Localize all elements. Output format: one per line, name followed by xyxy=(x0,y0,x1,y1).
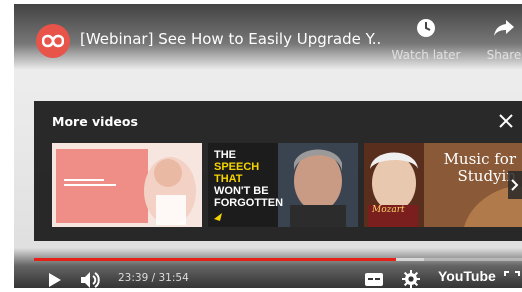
thumbnail-1-art xyxy=(52,143,202,227)
chevron-right-icon xyxy=(511,179,519,191)
share-button[interactable]: Share xyxy=(464,18,522,62)
thumbnail-2-line3: THAT xyxy=(214,173,243,185)
share-arrow-icon xyxy=(494,20,514,36)
share-label: Share xyxy=(486,48,522,62)
gear-icon xyxy=(402,270,420,288)
video-thumbnail-3[interactable]: Music for Studyin Mozart xyxy=(364,143,522,227)
thumbnail-3-subcaption: Mozart xyxy=(372,205,405,215)
top-bar: [Webinar] See How to Easily Upgrade Y...… xyxy=(14,4,522,70)
thumbnail-2-caption: THE SPEECH THAT WON'T BE FORGOTTEN xyxy=(214,149,284,209)
captions-icon xyxy=(365,273,383,286)
close-icon[interactable] xyxy=(498,113,514,129)
time-total: 31:54 xyxy=(158,272,189,284)
progress-played xyxy=(34,258,396,261)
time-current: 23:39 xyxy=(118,272,149,284)
thumbnail-3-line1: Music for xyxy=(443,150,516,168)
thumbnail-2-line4: WON'T BE xyxy=(214,185,269,197)
video-thumbnail-2[interactable]: THE SPEECH THAT WON'T BE FORGOTTEN xyxy=(208,143,358,227)
page-margin-left xyxy=(0,0,14,292)
thumbnail-2-line1: THE xyxy=(214,149,236,161)
progress-bar[interactable] xyxy=(34,258,522,261)
youtube-logo-link[interactable]: YouTube xyxy=(438,268,496,284)
more-videos-panel: More videos THE SPEECH THAT WON'T BE FOR… xyxy=(34,101,522,241)
more-videos-heading: More videos xyxy=(52,114,138,129)
fullscreen-icon xyxy=(504,271,520,276)
video-player[interactable]: [Webinar] See How to Easily Upgrade Y...… xyxy=(14,0,522,292)
thumbnail-3-caption: Music for Studyin xyxy=(422,151,516,185)
video-thumbnail-1[interactable] xyxy=(52,143,202,227)
thumbnail-2-line5: FORGOTTEN xyxy=(214,197,284,209)
thumbnail-2-line2: SPEECH xyxy=(214,161,260,173)
video-title-link[interactable]: [Webinar] See How to Easily Upgrade Y... xyxy=(80,30,380,48)
time-separator: / xyxy=(148,272,159,284)
page-margin-bottom xyxy=(0,288,522,292)
page-margin-top xyxy=(0,0,522,4)
time-display: 23:39 / 31:54 xyxy=(118,272,189,284)
thumbnail-3-line2: Studyin xyxy=(457,167,517,185)
clock-icon xyxy=(417,19,435,37)
watch-later-label: Watch later xyxy=(391,48,461,62)
watch-later-button[interactable]: Watch later xyxy=(386,18,466,62)
channel-logo[interactable] xyxy=(36,24,70,58)
infinity-logo-icon xyxy=(42,34,64,48)
play-icon xyxy=(49,273,61,287)
volume-icon xyxy=(81,272,100,288)
next-videos-button[interactable] xyxy=(508,171,522,199)
